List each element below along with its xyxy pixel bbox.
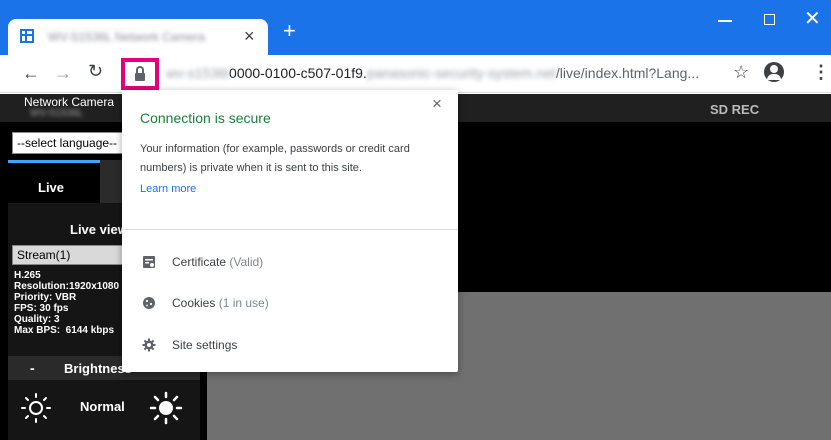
brightness-down-icon[interactable] [16,388,56,428]
cookie-icon [143,297,155,309]
tab-close-button[interactable]: × [244,26,255,47]
stream-select[interactable]: Stream(1) [12,245,132,265]
cookies-count: (1 in use) [218,296,269,310]
browser-tab[interactable]: WV-S1536L Network Camera × [8,19,268,55]
account-avatar-icon[interactable] [764,62,784,82]
gear-icon [142,338,156,352]
bookmark-star-icon[interactable]: ☆ [733,62,749,83]
brightness-value: Normal [80,399,125,414]
brightness-up-icon[interactable] [146,388,186,428]
site-security-popup: × Connection is secure Your information … [122,90,458,372]
learn-more-link[interactable]: Learn more [140,183,196,195]
cookies-label: Cookies [172,296,216,310]
back-arrow-icon[interactable]: ← [22,63,40,84]
brightness-collapse-button[interactable]: - [30,360,35,376]
sd-rec-indicator: SD REC [710,102,760,117]
certificate-status: (Valid) [229,255,264,269]
site-info-lock-button[interactable] [121,58,159,90]
certificate-label: Certificate [172,255,227,269]
popup-close-button[interactable]: × [432,94,442,114]
forward-arrow-icon[interactable]: → [54,63,72,84]
new-tab-button[interactable]: + [283,20,296,42]
camera-title: Network Camera [24,95,115,109]
certificate-icon [143,256,155,268]
reload-icon[interactable]: ↻ [88,61,103,82]
chrome-menu-icon[interactable]: ⋮ [812,62,830,83]
certificate-item[interactable]: Certificate (Valid) [122,246,458,280]
window-close-button[interactable]: ✕ [804,6,821,31]
site-settings-item[interactable]: Site settings [122,329,458,363]
camera-model: WV-S1536L [30,108,84,119]
minimize-button[interactable] [718,20,732,22]
popup-description: Your information (for example, passwords… [140,143,410,174]
tab-live-label: Live [38,180,65,195]
site-favicon-icon [20,29,34,43]
cookies-item[interactable]: Cookies (1 in use) [122,287,458,321]
popup-title: Connection is secure [140,110,271,126]
site-settings-label: Site settings [172,338,238,352]
browser-titlebar: WV-S1536L Network Camera × + ✕ [0,0,831,55]
stream-info: H.265 Resolution:1920x1080 Priority: VBR… [14,270,120,336]
language-select[interactable]: --select language-- [12,132,132,154]
tab-live[interactable]: Live [8,163,100,203]
tab-title: WV-S1536L Network Camera [48,30,205,44]
address-bar-url[interactable]: wv-s1536l0000-0100-c507-01f9.panasonic-s… [166,65,699,81]
browser-toolbar: ← → ↻ wv-s1536l0000-0100-c507-01f9.panas… [0,55,831,93]
live-view-label: Live view [70,222,128,237]
popup-divider [122,229,458,230]
maximize-button[interactable] [764,14,775,25]
